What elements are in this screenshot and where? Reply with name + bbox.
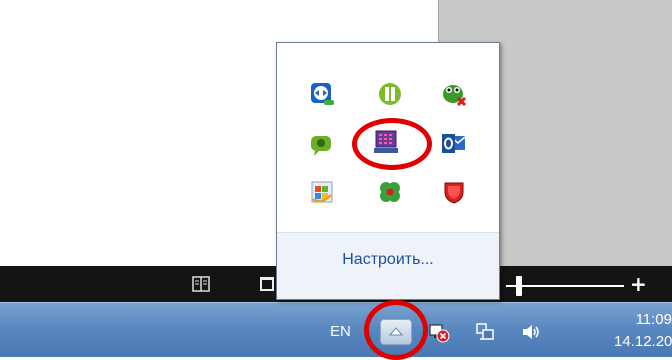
action-center-icon[interactable]	[474, 321, 496, 343]
volume-slider-handle[interactable]	[516, 276, 522, 296]
volume-icon[interactable]	[520, 321, 542, 343]
volume-slider-track[interactable]	[506, 285, 624, 287]
language-indicator[interactable]: EN	[330, 323, 351, 340]
chat-green-icon[interactable]	[309, 131, 335, 157]
highlight-circle-keyboard-icon	[352, 118, 432, 170]
windows-update-icon[interactable]	[309, 179, 335, 205]
window-icon[interactable]	[258, 275, 276, 293]
notification-overflow-popup: Настроить...	[276, 42, 500, 300]
frog-icon[interactable]	[441, 81, 467, 107]
info-green-icon[interactable]	[377, 81, 403, 107]
teamviewer-icon[interactable]	[309, 81, 335, 107]
highlight-circle-overflow-button	[364, 300, 428, 360]
clock-time[interactable]: 11:09	[606, 309, 672, 331]
shield-red-icon[interactable]	[441, 179, 467, 205]
book-icon[interactable]	[192, 275, 210, 293]
network-error-icon[interactable]	[428, 321, 450, 343]
popup-footer: Настроить...	[277, 232, 499, 299]
clock-date[interactable]: 14.12.20	[614, 331, 672, 353]
taskbar: EN 11:09 14.12.20	[0, 302, 672, 357]
zoom-plus-icon[interactable]: +	[630, 272, 647, 296]
clover-icon[interactable]	[377, 179, 403, 205]
outlook-icon[interactable]	[441, 131, 467, 157]
customize-link[interactable]: Настроить...	[277, 251, 499, 269]
